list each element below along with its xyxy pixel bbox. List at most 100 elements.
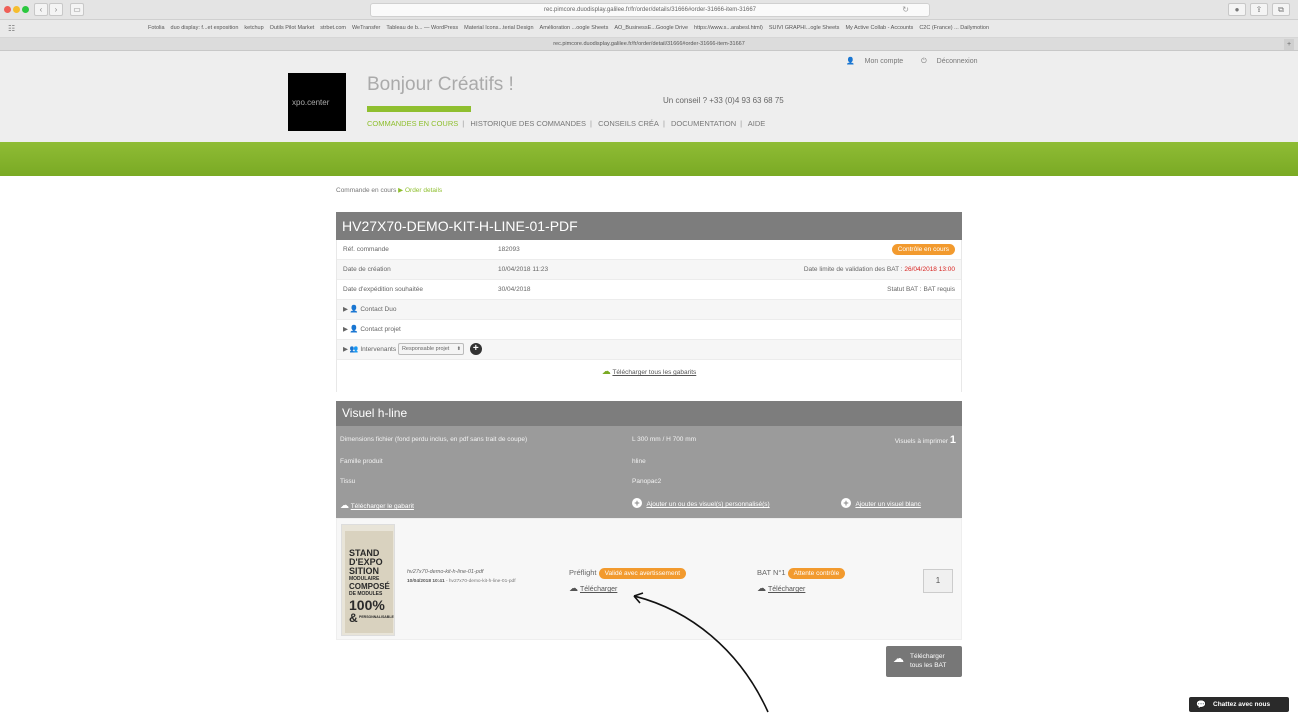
- power-icon: ⏻: [921, 58, 927, 65]
- dimensions-row: Dimensions fichier (fond perdu inclus, e…: [336, 430, 962, 450]
- person-icon: 👤: [349, 306, 359, 313]
- active-tab[interactable]: rec.pimcore.duodisplay.galilee.fr/fr/ord…: [553, 41, 745, 47]
- back-button[interactable]: ‹: [34, 3, 48, 16]
- logo[interactable]: xpo.center: [288, 73, 346, 131]
- close-window-button[interactable]: [4, 6, 11, 13]
- chat-bubble-icon: 💬: [1196, 700, 1206, 709]
- add-intervenant-button[interactable]: +: [469, 343, 482, 356]
- order-title: HV27X70-DEMO-KIT-H-LINE-01-PDF: [336, 212, 962, 240]
- thumb-line: SITION: [349, 566, 380, 576]
- reload-icon[interactable]: ↻: [902, 4, 909, 16]
- bat-download-link[interactable]: ☁ Télécharger: [757, 583, 805, 594]
- cloud-download-icon: ☁: [757, 583, 766, 593]
- forward-button[interactable]: ›: [49, 3, 63, 16]
- visual-title: Visuel h-line: [336, 401, 962, 426]
- extension-icon[interactable]: ●: [1228, 3, 1246, 16]
- chat-button[interactable]: 💬 Chattez avec nous: [1189, 697, 1289, 712]
- dimensions-value: L 300 mm / H 700 mm: [632, 436, 697, 443]
- role-select[interactable]: Responsable projet ⬍: [397, 343, 464, 356]
- expand-arrow-icon[interactable]: ▶: [343, 326, 348, 333]
- bookmark-item[interactable]: WeTransfer: [352, 25, 380, 31]
- preflight-download-link[interactable]: ☁ Télécharger: [569, 583, 617, 594]
- nav-design-tips[interactable]: CONSEILS CRÉA: [598, 119, 659, 128]
- url-text: rec.pimcore.duodisplay.galilee.fr/fr/ord…: [543, 7, 756, 13]
- bookmark-item[interactable]: AO_BusinessE...Google Drive: [614, 25, 688, 31]
- bat-status-label: Statut BAT :: [887, 286, 922, 293]
- shipping-date-value: 30/04/2018: [498, 286, 531, 293]
- person-icon: 👤: [349, 326, 359, 333]
- bat-badge: Attente contrôle: [787, 568, 846, 579]
- visual-thumbnail[interactable]: STAND D'EXPO SITION MODULAIRE COMPOSÉ DE…: [341, 524, 395, 636]
- nav-documentation[interactable]: DOCUMENTATION: [671, 119, 736, 128]
- bookmark-item[interactable]: ketchup: [244, 25, 263, 31]
- quantity-field[interactable]: 1: [923, 569, 953, 593]
- bookmark-item[interactable]: https://www.s...arabesl.html): [694, 25, 763, 31]
- contact-project-row[interactable]: ▶ 👤 Contact projet: [337, 320, 961, 340]
- thumb-line: COMPOSÉ: [349, 582, 390, 591]
- nav-order-history[interactable]: HISTORIQUE DES COMMANDES: [470, 119, 586, 128]
- zoom-window-button[interactable]: [22, 6, 29, 13]
- cloud-download-icon: ☁: [340, 500, 349, 510]
- sidebar-toggle-icon[interactable]: ▭: [70, 3, 84, 16]
- preflight-badge: Validé avec avertissement: [598, 568, 686, 579]
- download-all-bat-button[interactable]: ☁ Télécharger tous les BAT: [886, 646, 962, 677]
- address-bar[interactable]: rec.pimcore.duodisplay.galilee.fr/fr/ord…: [370, 3, 930, 17]
- bat-label: BAT N°1: [757, 568, 786, 577]
- cloud-download-icon: ☁: [601, 366, 611, 376]
- bookmark-item[interactable]: Outils Pilot Market: [270, 25, 315, 31]
- breadcrumb-parent[interactable]: Commande en cours: [336, 187, 396, 194]
- file-date: 10/04/2018 10:41 - hv27x70-demo-kit-h-li…: [407, 579, 516, 584]
- family-label: Famille produit: [340, 458, 383, 465]
- creation-date-label: Date de création: [343, 266, 391, 273]
- order-status-badge: Contrôle en cours: [891, 244, 955, 255]
- expand-arrow-icon[interactable]: ▶: [343, 306, 348, 313]
- creation-date-row: Date de création 10/04/2018 11:23 Date l…: [337, 260, 961, 280]
- tabs-overview-icon[interactable]: ⧉: [1272, 3, 1290, 16]
- nav-current-orders[interactable]: COMMANDES EN COURS: [367, 119, 458, 128]
- preflight-status: Préflight Validé avec avertissement: [569, 568, 686, 579]
- expand-arrow-icon[interactable]: ▶: [343, 346, 348, 353]
- visual-info: Dimensions fichier (fond perdu inclus, e…: [336, 426, 962, 518]
- fabric-label: Tissu: [340, 478, 356, 485]
- download-all-templates[interactable]: ☁ Télécharger tous les gabarits: [337, 366, 961, 377]
- logout-link[interactable]: ⏻ Déconnexion: [921, 58, 985, 65]
- bookmark-item[interactable]: SUIVI GRAPHI...ogle Sheets: [769, 25, 840, 31]
- add-custom-visual-link[interactable]: + Ajouter un ou des visuel(s) personnali…: [632, 495, 770, 515]
- bookmark-item[interactable]: strbet.com: [320, 25, 346, 31]
- main-nav: COMMANDES EN COURS | HISTORIQUE DES COMMA…: [367, 119, 766, 128]
- shipping-date-label: Date d'expédition souhaitée: [343, 286, 424, 293]
- bat-deadline-label: Date limite de validation des BAT :: [803, 266, 903, 273]
- bookmark-item[interactable]: My Active Collab - Accounts: [845, 25, 913, 31]
- minimize-window-button[interactable]: [13, 6, 20, 13]
- family-row: Famille produit hline: [336, 452, 962, 472]
- contact-duo-row[interactable]: ▶ 👤 Contact Duo: [337, 300, 961, 320]
- visual-actions-row: ☁ Télécharger le gabarit + Ajouter un ou…: [336, 495, 962, 515]
- order-ref-row: Réf. commande 182093 Contrôle en cours: [337, 240, 961, 260]
- bookmark-item[interactable]: Tableau de b... — WordPress: [386, 25, 458, 31]
- intervenants-label: Intervenants: [360, 346, 397, 353]
- bookmark-item[interactable]: Fotolia: [148, 25, 165, 31]
- new-tab-button[interactable]: +: [1284, 39, 1294, 50]
- intervenants-row: ▶ 👥 Intervenants Responsable projet ⬍ +: [337, 340, 961, 360]
- download-all-bat-line2: tous les BAT: [910, 662, 947, 669]
- add-blank-visual-link[interactable]: + Ajouter un visuel blanc: [841, 495, 921, 515]
- nav-help[interactable]: AIDE: [748, 119, 766, 128]
- top-sites-icon[interactable]: ☷: [8, 24, 15, 33]
- download-all-templates-link[interactable]: Télécharger tous les gabarits: [612, 369, 696, 376]
- breadcrumb-arrow-icon: ▶: [398, 187, 404, 194]
- tab-bar: rec.pimcore.duodisplay.galilee.fr/fr/ord…: [0, 38, 1298, 51]
- creation-date-value: 10/04/2018 11:23: [498, 266, 549, 273]
- bookmark-item[interactable]: Material Icons...terial Design: [464, 25, 533, 31]
- breadcrumb: Commande en cours ▶ Order details: [336, 186, 442, 194]
- bookmark-item[interactable]: C2C (France) ... Dailymotion: [919, 25, 989, 31]
- share-icon[interactable]: ⇪: [1250, 3, 1268, 16]
- bookmark-item[interactable]: duo display: f...et exposition: [171, 25, 239, 31]
- bat-deadline-value: 26/04/2018 13:00: [904, 266, 955, 273]
- bat-status-value: BAT requis: [923, 286, 955, 293]
- shipping-date-row: Date d'expédition souhaitée 30/04/2018 S…: [337, 280, 961, 300]
- contact-project-label: Contact projet: [360, 326, 401, 333]
- fabric-value: Panopac2: [632, 478, 662, 485]
- download-template-link[interactable]: ☁ Télécharger le gabarit: [340, 495, 414, 517]
- bookmark-item[interactable]: Amélioration ...oogle Sheets: [540, 25, 609, 31]
- account-link[interactable]: 👤 Mon compte: [846, 58, 911, 65]
